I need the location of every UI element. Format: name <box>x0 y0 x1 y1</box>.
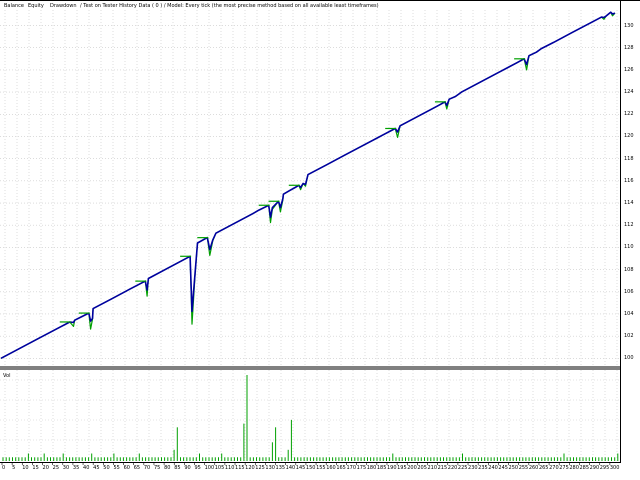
x-tick-label: 260 <box>528 465 539 471</box>
x-tick-label: 175 <box>356 465 367 471</box>
x-tick-label: 60 <box>123 465 130 471</box>
x-tick-label: 185 <box>376 465 387 471</box>
x-tick-label: 100 <box>204 465 215 471</box>
x-tick-label: 155 <box>316 465 326 471</box>
x-tick-label: 255 <box>518 465 529 471</box>
y-tick-label: 124 <box>624 89 634 96</box>
x-tick-label: 230 <box>468 465 478 471</box>
x-tick-label: 55 <box>113 465 120 471</box>
balance-equity-chart: Balance Equity Drawdown / Test on Tester… <box>0 0 640 465</box>
x-tick-label: 25 <box>52 465 60 471</box>
y-tick-label: 128 <box>624 44 634 51</box>
caption-drawdown: Drawdown <box>50 3 77 9</box>
x-tick-label: 135 <box>275 465 286 471</box>
y-tick-label: 106 <box>624 288 634 295</box>
x-tick-label: 290 <box>589 465 600 471</box>
caption-rest: / Test on Tester History Data ( 0 ) / Mo… <box>80 3 379 9</box>
x-tick-label: 85 <box>174 465 181 471</box>
y-tick-label: 122 <box>624 111 634 118</box>
x-tick-label: 30 <box>62 465 70 471</box>
x-tick-label: 265 <box>538 465 549 471</box>
strategy-tester-graph: Balance Equity Drawdown / Test on Tester… <box>0 0 640 480</box>
y-tick-label: 114 <box>624 200 634 207</box>
x-tick-label: 275 <box>559 465 569 471</box>
x-tick-label: 40 <box>83 465 90 471</box>
x-tick-label: 195 <box>397 465 407 471</box>
volume-grid <box>0 370 620 462</box>
x-tick-label: 280 <box>569 465 579 471</box>
x-tick-label: 10 <box>22 465 29 471</box>
x-tick-label: 245 <box>498 465 508 471</box>
x-tick-label: 0 <box>2 465 6 471</box>
volume-bars <box>2 375 619 461</box>
x-tick-label: 225 <box>457 465 468 471</box>
x-tick-label: 105 <box>214 465 225 471</box>
x-tick-label: 80 <box>164 465 171 471</box>
volume-label: Vol <box>3 373 10 379</box>
x-tick-label: 75 <box>153 465 161 471</box>
x-tick-label: 5 <box>12 465 16 471</box>
x-tick-label: 125 <box>255 465 265 471</box>
x-tick-label: 240 <box>488 465 498 471</box>
x-tick-label: 250 <box>508 465 519 471</box>
x-tick-label: 45 <box>93 465 100 471</box>
x-tick-label: 180 <box>366 465 377 471</box>
y-tick-label: 108 <box>624 266 634 273</box>
x-tick-label: 130 <box>265 465 275 471</box>
series-line-equity <box>0 11 616 359</box>
x-tick-label: 235 <box>478 465 488 471</box>
x-tick-label: 215 <box>437 465 448 471</box>
x-tick-label: 200 <box>407 465 417 471</box>
chart-caption: Balance Equity Drawdown / Test on Tester… <box>4 3 379 9</box>
caption-balance: Balance <box>4 3 24 9</box>
x-tick-label: 115 <box>235 465 245 471</box>
x-tick-label: 150 <box>305 465 316 471</box>
y-tick-label: 120 <box>624 133 634 140</box>
y-tick-label: 118 <box>624 155 634 162</box>
x-tick-label: 220 <box>447 465 458 471</box>
x-tick-label: 15 <box>32 465 39 471</box>
caption-equity: Equity <box>28 3 44 9</box>
y-tick-label: 110 <box>624 244 634 251</box>
x-tick-label: 95 <box>194 465 201 471</box>
x-tick-label: 190 <box>386 465 397 471</box>
x-tick-label: 90 <box>184 465 191 471</box>
y-tick-label: 100 <box>624 355 634 362</box>
x-tick-label: 140 <box>285 465 296 471</box>
x-tick-label: 210 <box>427 465 438 471</box>
series-line-balance <box>0 11 616 360</box>
x-tick-label: 50 <box>103 465 110 471</box>
y-tick-label: 104 <box>624 310 634 317</box>
y-tick-label: 102 <box>624 333 634 340</box>
x-tick-label: 120 <box>245 465 255 471</box>
y-tick-label: 112 <box>624 222 634 229</box>
series-layer <box>0 11 616 360</box>
x-tick-label: 35 <box>72 465 80 471</box>
x-tick-label: 110 <box>224 465 235 471</box>
x-tick-label: 145 <box>295 465 306 471</box>
x-tick-label: 165 <box>336 465 346 471</box>
x-tick-label: 160 <box>326 465 336 471</box>
x-tick-label: 295 <box>599 465 610 471</box>
x-tick-label: 170 <box>346 465 356 471</box>
x-tick-label: 70 <box>143 465 151 471</box>
x-tick-label: 20 <box>42 465 49 471</box>
x-tick-label: 300 <box>609 465 620 471</box>
x-tick-label: 270 <box>549 465 559 471</box>
y-tick-label: 126 <box>624 66 634 73</box>
y-tick-label: 116 <box>624 177 634 184</box>
y-tick-label: 130 <box>624 22 634 29</box>
x-tick-label: 205 <box>417 465 427 471</box>
x-tick-label: 65 <box>133 465 141 471</box>
x-tick-label: 285 <box>579 465 590 471</box>
